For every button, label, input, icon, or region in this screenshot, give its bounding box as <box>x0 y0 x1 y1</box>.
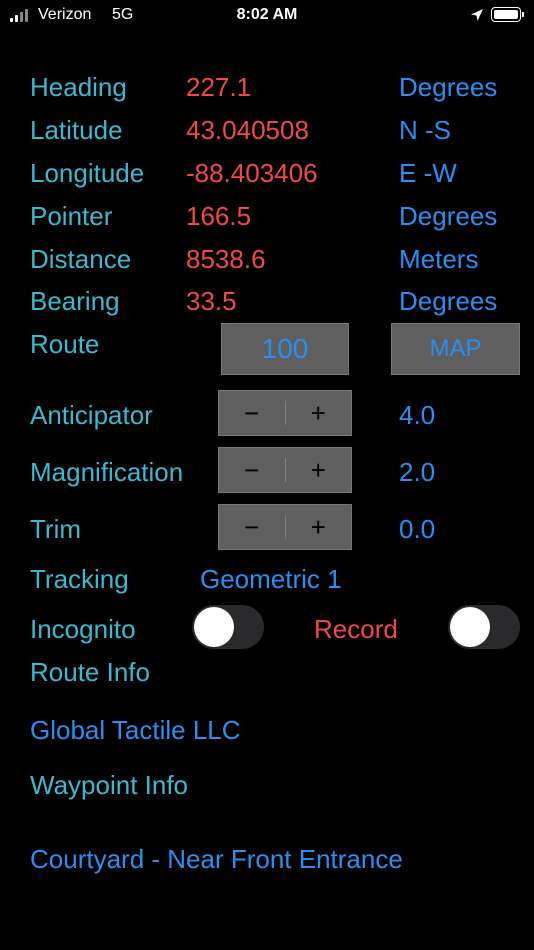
latitude-label: Latitude <box>30 115 123 145</box>
record-label: Record <box>314 614 398 644</box>
tracking-label: Tracking <box>30 564 129 594</box>
heading-label: Heading <box>30 72 127 102</box>
record-toggle[interactable] <box>448 605 520 649</box>
distance-unit: Meters <box>399 244 479 274</box>
anticipator-decrement-button[interactable]: − <box>219 391 285 435</box>
trim-increment-button[interactable]: + <box>286 505 352 549</box>
anticipator-increment-button[interactable]: + <box>286 391 352 435</box>
anticipator-stepper[interactable]: − + <box>218 390 352 436</box>
anticipator-value: 4.0 <box>399 400 436 430</box>
distance-label: Distance <box>30 244 132 274</box>
minus-icon: − <box>244 454 260 485</box>
trim-label: Trim <box>30 514 82 544</box>
magnification-label: Magnification <box>30 457 184 487</box>
incognito-label: Incognito <box>30 614 136 644</box>
trim-decrement-button[interactable]: − <box>219 505 285 549</box>
magnification-decrement-button[interactable]: − <box>219 448 285 492</box>
route-number-button[interactable]: 100 <box>221 323 349 375</box>
battery-icon <box>491 7 521 22</box>
pointer-value: 166.5 <box>186 201 252 231</box>
heading-value: 227.1 <box>186 72 252 102</box>
magnification-stepper[interactable]: − + <box>218 447 352 493</box>
status-bar: Verizon 5G 8:02 AM <box>0 0 534 32</box>
latitude-unit: N -S <box>399 115 451 145</box>
distance-value: 8538.6 <box>186 244 266 274</box>
route-label: Route <box>30 329 100 359</box>
magnification-increment-button[interactable]: + <box>286 448 352 492</box>
heading-unit: Degrees <box>399 72 498 102</box>
bearing-value: 33.5 <box>186 286 237 316</box>
latitude-value: 43.040508 <box>186 115 309 145</box>
route-info-link[interactable]: Global Tactile LLC <box>30 715 241 746</box>
clock: 8:02 AM <box>236 6 298 23</box>
map-button[interactable]: MAP <box>391 323 520 375</box>
waypoint-info-link[interactable]: Courtyard - Near Front Entrance <box>30 844 403 875</box>
plus-icon: + <box>310 397 326 428</box>
pointer-unit: Degrees <box>399 201 498 231</box>
incognito-toggle[interactable] <box>192 605 264 649</box>
location-arrow-icon <box>471 9 483 21</box>
longitude-label: Longitude <box>30 158 145 188</box>
plus-icon: + <box>310 454 326 485</box>
plus-icon: + <box>310 511 326 542</box>
route-info-label: Route Info <box>30 657 150 687</box>
magnification-value: 2.0 <box>399 457 436 487</box>
minus-icon: − <box>244 511 260 542</box>
longitude-unit: E -W <box>399 158 457 188</box>
pointer-label: Pointer <box>30 201 113 231</box>
trim-value: 0.0 <box>399 514 436 544</box>
tracking-mode-button[interactable]: Geometric 1 <box>200 564 342 595</box>
bearing-unit: Degrees <box>399 286 498 316</box>
waypoint-info-label: Waypoint Info <box>30 770 189 800</box>
anticipator-label: Anticipator <box>30 400 153 430</box>
longitude-value: -88.403406 <box>186 158 318 188</box>
bearing-label: Bearing <box>30 286 120 316</box>
battery-tip <box>522 12 524 17</box>
minus-icon: − <box>244 397 260 428</box>
trim-stepper[interactable]: − + <box>218 504 352 550</box>
